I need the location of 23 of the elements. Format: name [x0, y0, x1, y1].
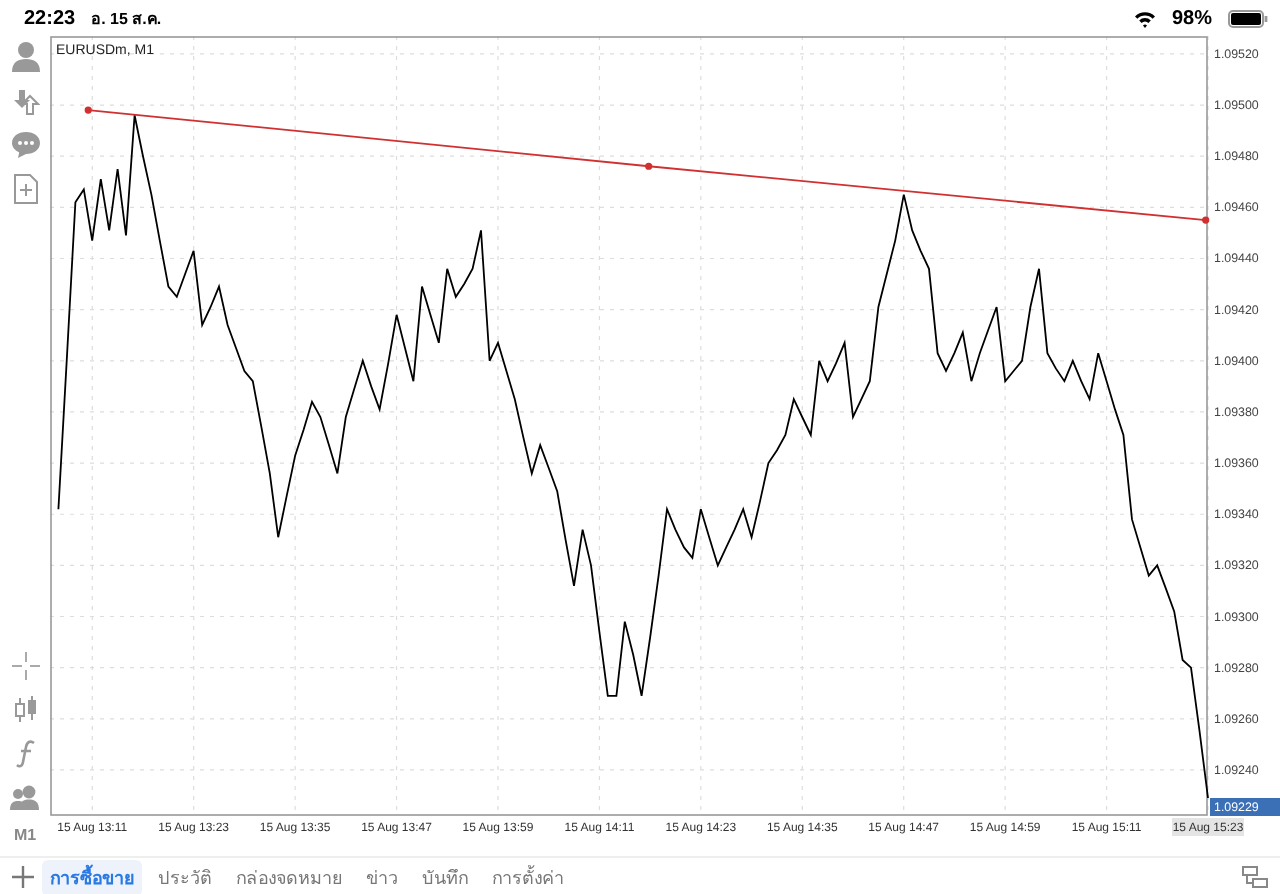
wifi-icon	[1133, 9, 1156, 27]
status-time: 22:23	[24, 7, 76, 29]
tab[interactable]: ประวัติ	[150, 859, 220, 894]
battery-percent: 98%	[1171, 7, 1212, 29]
function-icon[interactable]	[15, 740, 35, 768]
tab[interactable]: ข่าว	[358, 859, 406, 894]
tab[interactable]: กล่องจดหมาย	[228, 859, 350, 894]
trend-line[interactable]	[84, 106, 1210, 224]
arrows-icon[interactable]	[11, 88, 39, 116]
battery-icon	[1228, 9, 1268, 27]
account-icon[interactable]	[11, 40, 39, 72]
tab[interactable]: การซื้อขาย	[42, 859, 142, 894]
users-icon[interactable]	[10, 784, 40, 810]
candlestick-icon[interactable]	[11, 696, 39, 724]
plus-icon[interactable]	[12, 866, 34, 888]
layout-icon[interactable]	[1242, 866, 1268, 888]
status-date: อ. 15 ส.ค.	[91, 7, 162, 31]
add-document-icon[interactable]	[13, 174, 37, 204]
chat-icon[interactable]	[11, 132, 39, 158]
tab[interactable]: บันทึก	[414, 859, 476, 894]
tab[interactable]: การตั้งค่า	[484, 859, 572, 894]
timeframe-label[interactable]: M1	[13, 826, 37, 844]
crosshair-icon[interactable]	[11, 652, 39, 680]
